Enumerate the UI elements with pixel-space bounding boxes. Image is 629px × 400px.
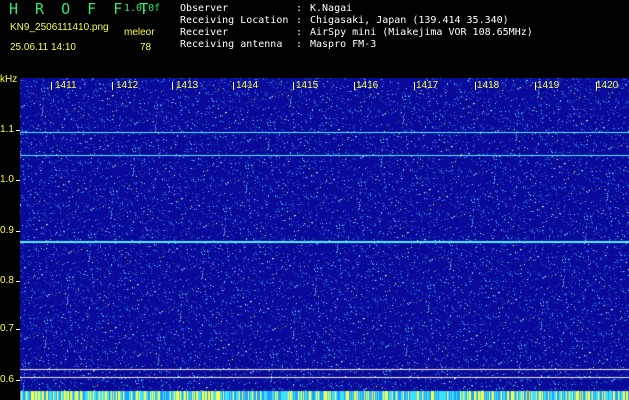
x-tick-1417: 1417 <box>416 80 439 91</box>
x-tick-1413: 1413 <box>176 80 199 91</box>
y-tick-1.0: 1.0 <box>0 174 14 185</box>
datetime-label: 25.06.11 14:10 <box>10 42 76 53</box>
version-label: 1.0.0f <box>124 3 161 14</box>
count-label: 78 <box>140 42 152 53</box>
x-tick-1419: 1419 <box>537 80 560 91</box>
x-tick-1412: 1412 <box>116 80 139 91</box>
x-tick-1411: 1411 <box>55 80 77 91</box>
y-tick-0.7: 0.7 <box>0 323 14 334</box>
info-row-observer: Observer: K.Nagai <box>180 3 353 14</box>
x-tick-1414: 1414 <box>236 80 259 91</box>
y-tick-0.9: 0.9 <box>0 225 14 236</box>
y-tick-0.6: 0.6 <box>0 374 14 385</box>
y-tick-0.8: 0.8 <box>0 275 14 286</box>
x-tick-1420: 1420 <box>596 80 619 91</box>
observation-info: Observer: K.Nagai Receiving Location: Chig… <box>180 3 533 51</box>
y-axis-unit: kHz <box>0 74 18 85</box>
x-tick-1415: 1415 <box>296 80 319 91</box>
x-tick-1416: 1416 <box>356 80 379 91</box>
info-row-location: Receiving Location: Chigasaki, Japan (139… <box>180 15 509 26</box>
header-panel: H R O F F T 1.0.0f KN9_2506111410.png me… <box>0 0 629 76</box>
waterfall-spectrogram <box>20 78 629 400</box>
filename-label: KN9_2506111410.png <box>10 22 109 33</box>
x-tick-1418: 1418 <box>477 80 500 91</box>
y-tick-1.1: 1.1 <box>0 124 14 135</box>
info-row-receiver: Receiver: AirSpy mini (Miakejima VOR 108.… <box>180 27 533 38</box>
info-row-antenna: Receiving antenna: Maspro FM-3 <box>180 39 377 50</box>
mode-label: meleor <box>124 27 155 38</box>
